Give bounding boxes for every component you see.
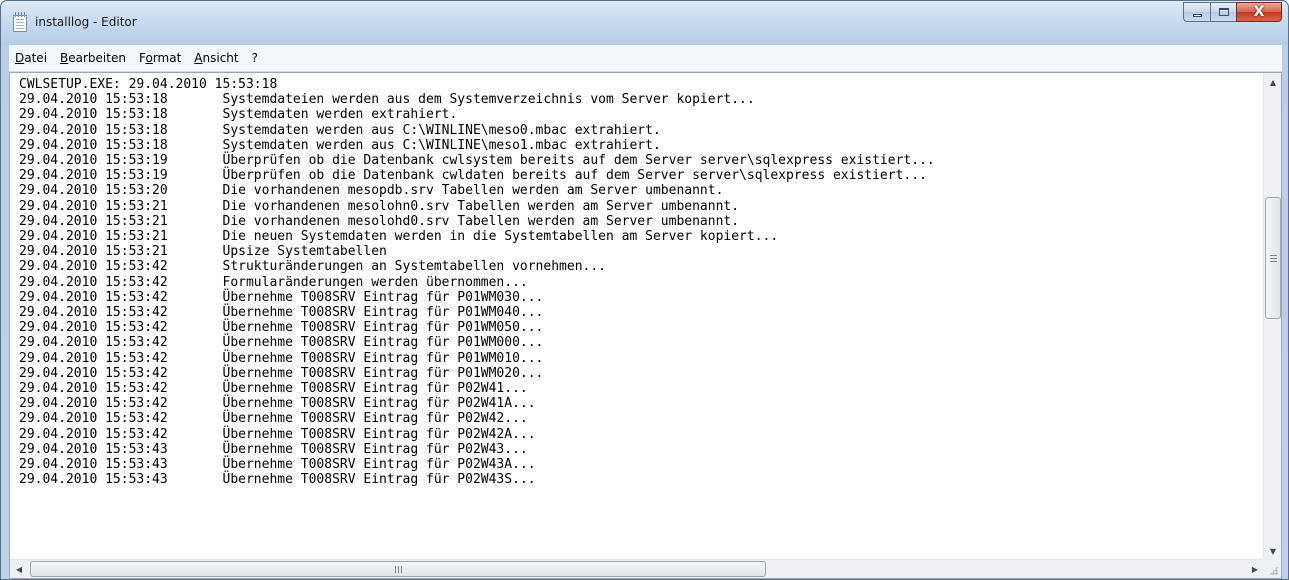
text-line: 29.04.2010 15:53:42 Übernehme T008SRV Ei… xyxy=(19,365,544,381)
text-content[interactable]: CWLSETUP.EXE: 29.04.2010 15:53:18 29.04.2… xyxy=(10,73,1264,560)
text-line: 29.04.2010 15:53:43 Übernehme T008SRV Ei… xyxy=(19,457,536,473)
text-line: 29.04.2010 15:53:42 Übernehme T008SRV Ei… xyxy=(19,305,544,321)
text-line: 29.04.2010 15:53:42 Übernehme T008SRV Ei… xyxy=(19,381,528,397)
menu-format-accel: o xyxy=(145,51,153,65)
maximize-icon xyxy=(1218,8,1229,16)
title-bar[interactable]: installlog - Editor X xyxy=(1,1,1288,45)
text-line: 29.04.2010 15:53:42 Übernehme T008SRV Ei… xyxy=(19,350,544,366)
arrow-left-icon[interactable]: ◀ xyxy=(11,561,27,578)
text-line: 29.04.2010 15:53:42 Übernehme T008SRV Ei… xyxy=(19,320,544,336)
text-line: 29.04.2010 15:53:42 Formularänderungen w… xyxy=(19,274,528,290)
text-line: 29.04.2010 15:53:21 Die vorhandenen meso… xyxy=(19,213,740,229)
text-line: 29.04.2010 15:53:42 Übernehme T008SRV Ei… xyxy=(19,411,528,427)
text-line: 29.04.2010 15:53:19 Überprüfen ob die Da… xyxy=(19,153,935,169)
editor-area: CWLSETUP.EXE: 29.04.2010 15:53:18 29.04.2… xyxy=(9,72,1282,579)
vertical-scrollbar[interactable]: ▲ ▼ xyxy=(1263,73,1281,561)
text-line: 29.04.2010 15:53:42 Übernehme T008SRV Ei… xyxy=(19,335,544,351)
editor-window: installlog - Editor X Datei Bearbeiten F… xyxy=(0,0,1289,580)
minimize-button[interactable] xyxy=(1183,2,1210,22)
text-line: 29.04.2010 15:53:21 Upsize Systemtabelle… xyxy=(19,244,387,260)
menu-datei[interactable]: Datei xyxy=(9,48,53,68)
text-line: 29.04.2010 15:53:20 Die vorhandenen meso… xyxy=(19,183,724,199)
text-line: 29.04.2010 15:53:18 Systemdaten werden a… xyxy=(19,137,661,153)
menu-help[interactable]: ? xyxy=(246,48,264,68)
grip-icon xyxy=(394,565,402,573)
close-button[interactable]: X xyxy=(1236,2,1282,22)
menu-format-label-end: rmat xyxy=(152,51,182,65)
text-line: 29.04.2010 15:53:18 Systemdaten werden a… xyxy=(19,122,661,138)
arrow-down-icon[interactable]: ▼ xyxy=(1265,543,1281,560)
text-line: 29.04.2010 15:53:42 Strukturänderungen a… xyxy=(19,259,606,275)
text-line: 29.04.2010 15:53:19 Überprüfen ob die Da… xyxy=(19,168,927,184)
menu-format[interactable]: Format xyxy=(133,48,187,68)
minimize-icon xyxy=(1192,14,1202,17)
arrow-up-icon[interactable]: ▲ xyxy=(1265,74,1281,91)
text-line: 29.04.2010 15:53:18 Systemdateien werden… xyxy=(19,92,755,108)
arrow-right-icon[interactable]: ▶ xyxy=(1247,561,1263,578)
notepad-icon[interactable] xyxy=(13,12,27,32)
text-line: 29.04.2010 15:53:21 Die vorhandenen meso… xyxy=(19,198,740,214)
text-line: 29.04.2010 15:53:21 Die neuen Systemdate… xyxy=(19,229,779,245)
resize-grip-icon[interactable] xyxy=(1263,559,1281,578)
horizontal-scroll-thumb[interactable] xyxy=(30,561,766,577)
menu-bearbeiten[interactable]: Bearbeiten xyxy=(54,48,132,68)
caption-buttons: X xyxy=(1183,2,1282,22)
text-line: 29.04.2010 15:53:43 Übernehme T008SRV Ei… xyxy=(19,472,536,488)
text-line: 29.04.2010 15:53:42 Übernehme T008SRV Ei… xyxy=(19,396,536,412)
close-icon: X xyxy=(1253,4,1265,20)
window-title: installlog - Editor xyxy=(35,15,137,29)
menu-ansicht[interactable]: Ansicht xyxy=(188,48,244,68)
text-line: 29.04.2010 15:53:42 Übernehme T008SRV Ei… xyxy=(19,289,544,305)
menu-bar: Datei Bearbeiten Format Ansicht ? xyxy=(9,45,1282,72)
text-line: 29.04.2010 15:53:42 Übernehme T008SRV Ei… xyxy=(19,426,536,442)
text-line: CWLSETUP.EXE: 29.04.2010 15:53:18 xyxy=(19,77,278,92)
text-line: 29.04.2010 15:53:43 Übernehme T008SRV Ei… xyxy=(19,441,528,457)
text-line: 29.04.2010 15:53:18 Systemdaten werden e… xyxy=(19,107,458,123)
vertical-scroll-thumb[interactable] xyxy=(1265,197,1281,319)
horizontal-scrollbar[interactable]: ◀ ▶ xyxy=(10,559,1264,578)
maximize-button[interactable] xyxy=(1210,2,1236,22)
grip-icon xyxy=(1269,254,1277,262)
